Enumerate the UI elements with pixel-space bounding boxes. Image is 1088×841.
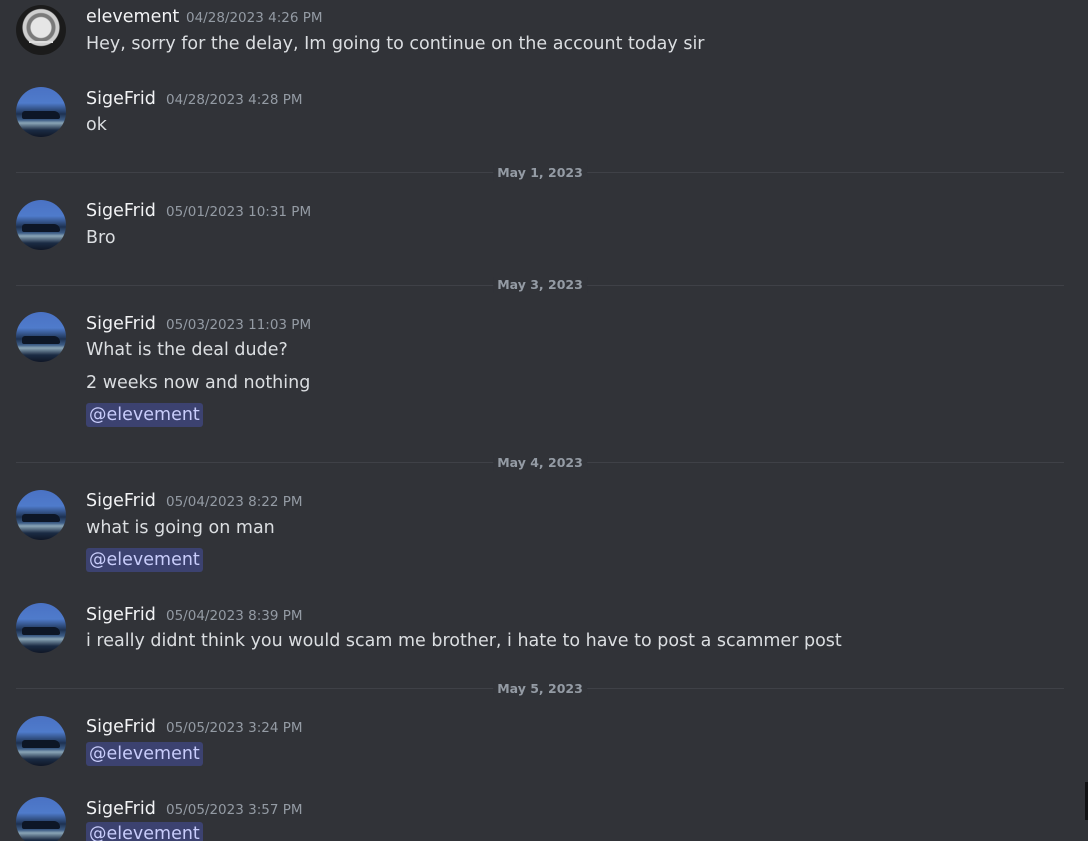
message-timestamp: 04/28/2023 4:26 PM: [186, 10, 323, 26]
avatar-sigefrid[interactable]: [16, 603, 66, 653]
message-text: Hey, sorry for the delay, Im going to co…: [86, 34, 705, 54]
user-mention[interactable]: @elevement: [86, 742, 203, 766]
avatar-sigefrid[interactable]: [16, 797, 66, 841]
message-text: what is going on man: [86, 518, 275, 538]
message-text: i really didnt think you would scam me b…: [86, 631, 842, 651]
user-mention[interactable]: @elevement: [86, 403, 203, 427]
avatar-sigefrid[interactable]: [16, 200, 66, 250]
avatar-sigefrid[interactable]: [16, 312, 66, 362]
username[interactable]: SigeFrid: [86, 716, 156, 738]
date-divider-label: May 1, 2023: [493, 165, 587, 181]
avatar-sigefrid[interactable]: [16, 716, 66, 766]
date-divider-label: May 5, 2023: [493, 681, 587, 697]
date-divider-label: May 4, 2023: [493, 455, 587, 471]
username[interactable]: SigeFrid: [86, 88, 156, 110]
message-timestamp: 05/03/2023 11:03 PM: [166, 317, 312, 333]
username[interactable]: SigeFrid: [86, 604, 156, 626]
message-text: 2 weeks now and nothing: [86, 373, 311, 393]
message-text: Bro: [86, 228, 116, 248]
date-divider-label: May 3, 2023: [493, 277, 587, 293]
user-mention[interactable]: @elevement: [86, 822, 203, 841]
username[interactable]: SigeFrid: [86, 798, 156, 820]
message-timestamp: 05/05/2023 3:24 PM: [166, 720, 303, 736]
message-timestamp: 05/04/2023 8:22 PM: [166, 494, 303, 510]
user-mention[interactable]: @elevement: [86, 548, 203, 572]
avatar-elevement[interactable]: [16, 5, 66, 55]
avatar-sigefrid[interactable]: [16, 87, 66, 137]
username[interactable]: SigeFrid: [86, 490, 156, 512]
message-text: What is the deal dude?: [86, 340, 288, 360]
username[interactable]: SigeFrid: [86, 200, 156, 222]
message-timestamp: 05/04/2023 8:39 PM: [166, 608, 303, 624]
message-timestamp: 04/28/2023 4:28 PM: [166, 92, 303, 108]
username[interactable]: SigeFrid: [86, 313, 156, 335]
avatar-sigefrid[interactable]: [16, 490, 66, 540]
message-text: ok: [86, 115, 107, 135]
message-timestamp: 05/05/2023 3:57 PM: [166, 802, 303, 818]
message-timestamp: 05/01/2023 10:31 PM: [166, 204, 312, 220]
chat-message-list: elevement 04/28/2023 4:26 PM Hey, sorry …: [0, 0, 1088, 841]
username[interactable]: elevement: [86, 6, 179, 28]
